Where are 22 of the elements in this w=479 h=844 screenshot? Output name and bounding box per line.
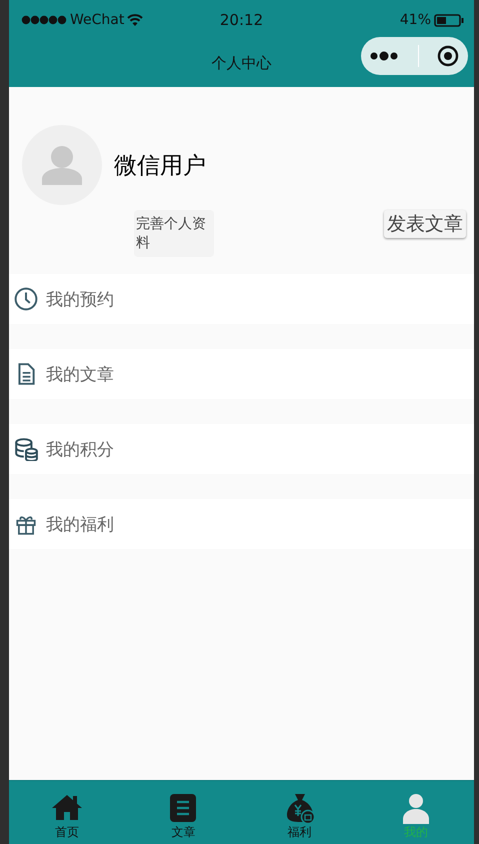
- menu-item[interactable]: 我的积分: [9, 424, 474, 474]
- coins-icon: [14, 437, 38, 461]
- page-title: 个人中心: [212, 54, 272, 73]
- wifi-icon: [127, 14, 144, 26]
- menu-item[interactable]: 我的文章: [9, 349, 474, 399]
- battery-icon: [434, 14, 464, 26]
- signal-icon: [21, 15, 67, 25]
- edit-profile-button[interactable]: 完善个人资料: [134, 210, 214, 257]
- more-icon[interactable]: [370, 50, 400, 62]
- menu-item[interactable]: 我的预约: [9, 274, 474, 324]
- tab[interactable]: 文章: [125, 781, 242, 844]
- clock-icon: [14, 287, 38, 311]
- menu-item[interactable]: 我的福利: [9, 499, 474, 549]
- tab[interactable]: 福利: [242, 781, 358, 844]
- status-time: 20:12: [220, 11, 264, 29]
- battery-percent: 41%: [400, 12, 431, 28]
- user-icon: [40, 145, 84, 185]
- close-icon[interactable]: [437, 45, 459, 67]
- post-article-button[interactable]: 发表文章: [384, 210, 466, 238]
- user-name: 微信用户: [114, 152, 206, 180]
- tab[interactable]: 首页: [9, 781, 126, 844]
- carrier-name: WeChat: [70, 12, 124, 28]
